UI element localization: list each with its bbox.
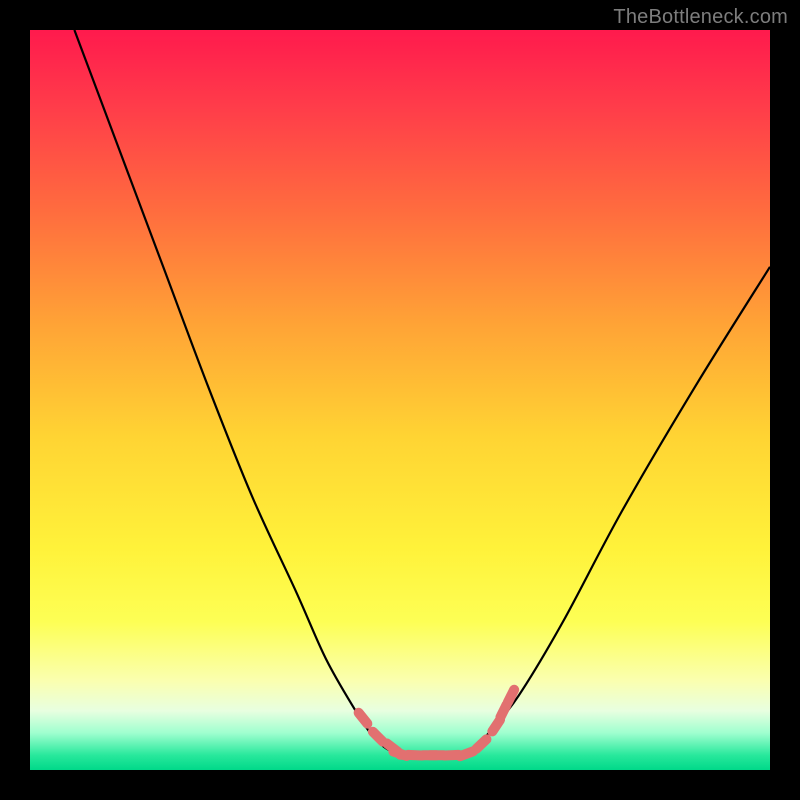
plot-gradient-area (30, 30, 770, 770)
right-curve (459, 267, 770, 755)
marker-dot (508, 690, 514, 703)
marker-dot (476, 739, 486, 749)
marker-dot (460, 751, 473, 756)
marker-dot (359, 713, 368, 724)
marker-dot (373, 732, 383, 742)
chart-frame: TheBottleneck.com (0, 0, 800, 800)
left-curve (74, 30, 400, 755)
marker-group (359, 690, 515, 756)
bottleneck-curve (30, 30, 770, 770)
watermark-text: TheBottleneck.com (613, 6, 788, 29)
